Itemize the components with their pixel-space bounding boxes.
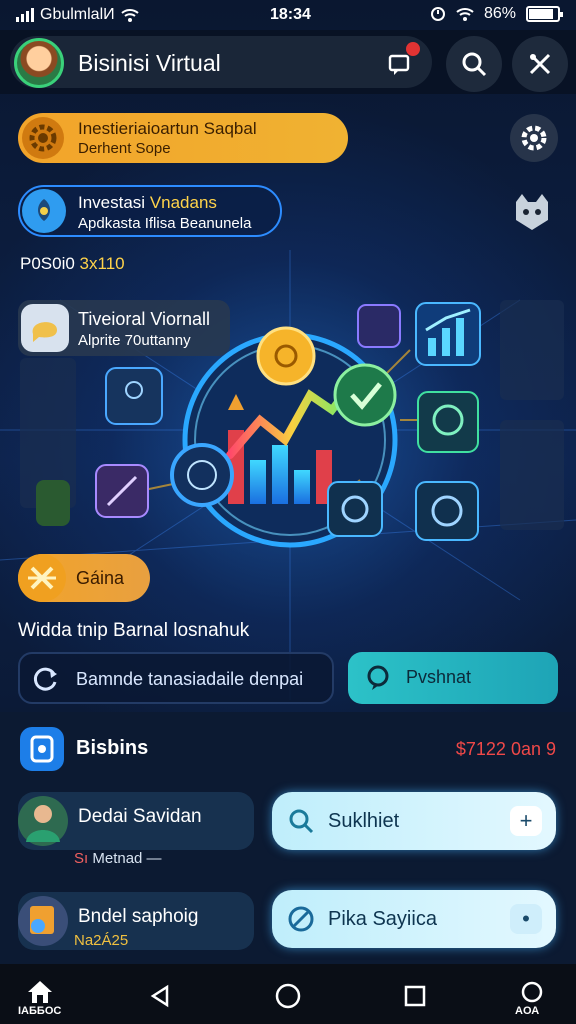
avatar[interactable] [14, 38, 64, 88]
tools-button[interactable] [512, 36, 568, 92]
header-pill [10, 36, 432, 88]
list-item-sub-text: Metnad — [88, 850, 162, 867]
list-item-sub: Na2Á25 [74, 932, 128, 949]
wifi-icon [120, 9, 139, 22]
clock: 18:34 [270, 6, 311, 23]
chat-tile-icon [417, 391, 479, 453]
list-item-label: Dedai Savidan [78, 806, 202, 827]
gain-label: Gáina [76, 568, 125, 588]
gear-icon [521, 125, 547, 151]
profile-icon [521, 981, 543, 1003]
chat-action-label: Pvshnat [406, 667, 472, 687]
person-avatar-icon [18, 796, 68, 846]
list-item-label: Bndel saphoig [78, 906, 199, 927]
card-subtitle: Apdkasta Iflisa Beanunela [78, 215, 252, 232]
card-title-wrap: Investasi Vnadans [78, 193, 217, 213]
list-item-sub-text: Na2Á25 [74, 932, 129, 949]
investment-promo-card[interactable]: Inestieriaioartun Saqbal Derhent Sope [18, 113, 348, 163]
list-item-sub: Sı Metnad — [74, 850, 162, 867]
spark-icon [18, 554, 66, 602]
tag-icon [288, 906, 314, 932]
people-avatar-icon [18, 896, 68, 946]
nav-home-label: IАББОС [18, 1005, 62, 1017]
search-item-label: Suklhiet [328, 810, 400, 832]
chat-icon [367, 665, 389, 690]
support-tile-icon [415, 481, 479, 541]
notification-badge [406, 42, 420, 56]
notifications-button[interactable] [372, 36, 428, 92]
coin-icon [256, 326, 316, 386]
card-title: Investasi [78, 193, 150, 212]
signal-icon [16, 8, 34, 22]
post-prefix: P0S0i0 [20, 254, 80, 273]
badge-icon [357, 304, 401, 348]
side-tile-icon [36, 480, 70, 526]
transaction-label: Bamnde tanasiadaile denpai [76, 669, 304, 689]
list-item[interactable]: Dedai Savidan [18, 792, 254, 850]
bottom-navigation: IАББОС AОА [0, 964, 576, 1024]
search-icon [289, 809, 314, 834]
nav-back[interactable] [140, 976, 180, 1016]
card-title: Inestieriaioartun Saqbal [78, 119, 257, 138]
leaf-icon [22, 189, 66, 233]
search-item-button[interactable]: Suklhiet + [272, 792, 556, 850]
card-subtitle: Derhent Sope [78, 140, 171, 157]
side-panel-right [500, 300, 564, 530]
wifi-icon-right [456, 8, 474, 21]
checkmark-icon [333, 363, 397, 427]
home-icon [28, 981, 52, 1003]
card-title-highlight: Vnadans [149, 193, 217, 212]
transaction-button[interactable]: Bamnde tanasiadaile denpai [18, 652, 334, 704]
compass-icon [170, 443, 234, 507]
list-item-sub-prefix: Sı [74, 850, 89, 867]
toggle-button[interactable]: • [510, 904, 542, 934]
post-balance: P0S0i0 3х110 [20, 254, 125, 274]
gear-badge-icon [22, 117, 64, 159]
search-icon [462, 52, 487, 77]
investment-card[interactable]: Investasi Vnadans Apdkasta Iflisa Beanun… [18, 185, 282, 237]
business-icon [20, 727, 64, 771]
carrier-name: GbulmlalИ [40, 6, 115, 23]
alarm-icon [430, 7, 445, 21]
nav-home-system[interactable] [268, 976, 308, 1016]
add-button[interactable]: + [510, 806, 542, 836]
presenter-icon [105, 367, 163, 425]
help-text: Widda tnip Barnal losnahuk [18, 620, 250, 641]
post-value: 3х110 [79, 254, 125, 273]
circle-home-icon [275, 983, 301, 1009]
settings-button[interactable] [510, 114, 558, 162]
battery-percent: 86% [483, 5, 516, 22]
mascot-icon[interactable] [510, 190, 554, 234]
tools-icon [529, 53, 551, 75]
section-title: Bisbins [76, 737, 149, 759]
chat-action-button[interactable]: Pvshnat [348, 652, 558, 704]
list-item[interactable]: Bndel saphoig [18, 892, 254, 950]
battery-icon [526, 6, 563, 22]
service-item-label: Pika Sayiica [328, 908, 437, 930]
search-button[interactable] [446, 36, 502, 92]
gain-button[interactable]: Gáina [18, 554, 150, 602]
target-tile-icon [327, 481, 383, 537]
recents-icon [404, 985, 426, 1007]
service-item-button[interactable]: Pika Sayiica • [272, 890, 556, 948]
nav-recents[interactable] [395, 976, 435, 1016]
nav-profile-label: AОА [515, 1005, 540, 1017]
status-bar: GbulmlalИ 18:34 86% [0, 0, 576, 30]
refresh-icon [33, 667, 57, 691]
section-value: $7122 0an 9 [455, 739, 556, 759]
hero-illustration [20, 300, 564, 548]
page-title: Bisinisi Virtual [78, 50, 221, 76]
back-icon [150, 984, 169, 1008]
